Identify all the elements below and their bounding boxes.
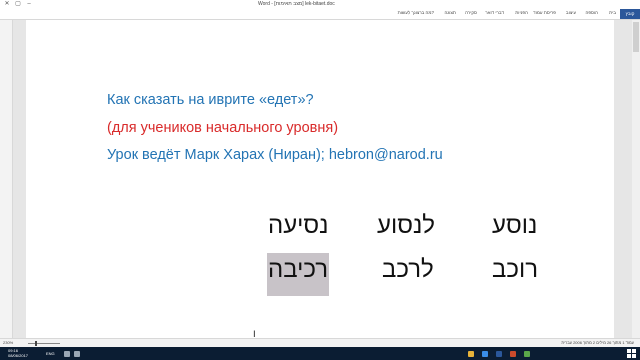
zoom-slider[interactable]: [28, 343, 60, 344]
tab-file[interactable]: קובץ: [620, 9, 640, 19]
tab-review[interactable]: סקירה: [465, 10, 477, 15]
status-info: עמוד 1 מתוך 26 מילים 2 מתוך 2006 עברית: [561, 340, 634, 345]
taskbar-app-word-icon[interactable]: [496, 351, 502, 357]
tab-design[interactable]: עיצוב: [566, 10, 576, 15]
tab-view[interactable]: תצוגה: [445, 10, 457, 15]
taskbar-app-explorer-icon[interactable]: [468, 351, 474, 357]
taskbar-app-browser-icon[interactable]: [482, 351, 488, 357]
taskbar: 09:16 08/06/2017 ENG: [0, 347, 640, 360]
scrollbar-thumb[interactable]: [633, 22, 639, 52]
tell-me-search[interactable]: מה ברצונך לעשות?: [398, 10, 434, 15]
ribbon-tabs: קובץ בית הוספה עיצוב פריסת עמוד הפניות ד…: [0, 9, 640, 20]
hebrew-word-1-2: לנסוע: [377, 212, 435, 239]
tab-home[interactable]: בית: [609, 10, 616, 15]
taskbar-app-powerpoint-icon[interactable]: [510, 351, 516, 357]
hebrew-word-2-3-highlighted: רכיבה: [267, 253, 330, 296]
zoom-slider-knob[interactable]: [35, 341, 37, 346]
tab-references[interactable]: הפניות: [515, 10, 528, 15]
doc-line-subtitle: (для учеников начального уровня): [107, 120, 339, 136]
language-indicator[interactable]: ENG: [46, 351, 55, 356]
tab-mailings[interactable]: דברי דואר: [485, 10, 504, 15]
zoom-level: 230%: [3, 340, 14, 345]
network-icon[interactable]: [74, 351, 80, 357]
tab-insert[interactable]: הוספה: [585, 10, 598, 15]
hebrew-word-1-3: נסיעה: [268, 212, 329, 239]
maximize-icon[interactable]: ▢: [13, 0, 23, 9]
taskbar-clock[interactable]: 09:16 08/06/2017: [8, 348, 28, 358]
doc-line-title: Как сказать на иврите «едет»?: [107, 92, 314, 108]
hebrew-word-2-2: לרכב: [382, 256, 434, 283]
hebrew-word-2-1: רוכב: [492, 256, 539, 283]
taskbar-app-excel-icon[interactable]: [524, 351, 530, 357]
tab-layout[interactable]: פריסת עמוד: [533, 10, 556, 15]
windows-start-icon[interactable]: [627, 349, 636, 358]
hebrew-word-1-1: נוסע: [492, 212, 538, 239]
close-icon[interactable]: ✕: [2, 0, 12, 9]
vertical-scrollbar[interactable]: [632, 20, 640, 338]
doc-line-author: Урок ведёт Марк Харах (Ниран); hebron@na…: [107, 147, 443, 163]
left-navigation-strip: [0, 20, 13, 338]
minimize-icon[interactable]: –: [24, 0, 34, 9]
speaker-icon[interactable]: [64, 351, 70, 357]
window-title: Word - [מצב תאימות] lek-bitaet.doc: [258, 1, 335, 7]
title-bar: ✕ ▢ – Word - [מצב תאימות] lek-bitaet.doc: [0, 0, 640, 9]
